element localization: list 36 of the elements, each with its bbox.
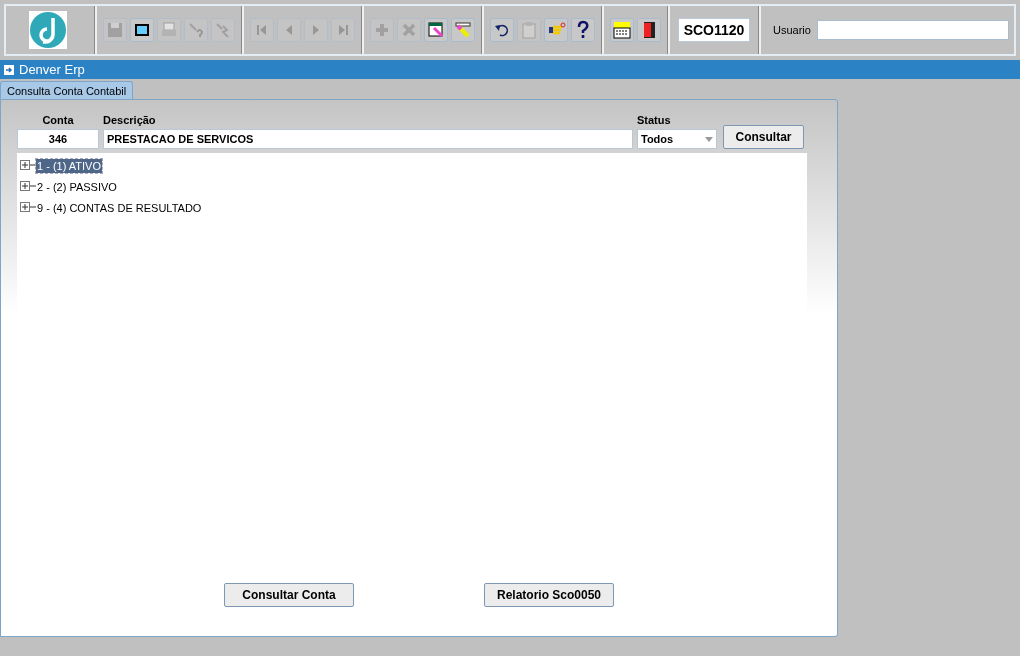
edit-tool-button[interactable]	[451, 18, 475, 42]
descricao-label: Descrição	[103, 114, 157, 126]
conta-label: Conta	[41, 114, 75, 126]
help-tool-button[interactable]	[571, 18, 595, 42]
exit-tool-button[interactable]	[637, 18, 661, 42]
undo-tool-button[interactable]	[490, 18, 514, 42]
user-input-field[interactable]	[816, 20, 1009, 40]
status-dropdown[interactable]: Todos	[637, 129, 717, 149]
expand-icon[interactable]	[20, 160, 36, 171]
tree-item[interactable]: 9 - (4) CONTAS DE RESULTADO	[36, 200, 203, 215]
tab[interactable]: Consulta Conta Contabil	[0, 81, 134, 99]
menu-list-icon	[612, 20, 632, 40]
menu-tool-button[interactable]	[610, 18, 634, 42]
logo-icon	[29, 11, 67, 49]
clipboard-icon	[519, 20, 539, 40]
edit-window-tool-button[interactable]	[424, 18, 448, 42]
action-button[interactable]: Relatorio Sco0050	[484, 583, 614, 607]
form-code-field: SCO1120	[678, 18, 750, 42]
user-label: Usuario	[773, 24, 811, 36]
consultar-button[interactable]: Consultar	[723, 125, 804, 149]
descricao-field[interactable]: PRESTACAO DE SERVICOS	[103, 129, 633, 149]
action-button[interactable]: Consultar Conta	[224, 583, 354, 607]
status-label: Status	[637, 114, 672, 126]
tree-item[interactable]: 1 - (1) ATIVO	[36, 158, 102, 173]
window-title: Denver Erp	[19, 62, 85, 77]
dropdown-caret-icon	[705, 136, 713, 142]
tree-item[interactable]: 2 - (2) PASSIVO	[36, 179, 118, 194]
window-tool-button[interactable]	[130, 18, 154, 42]
window-icon	[3, 63, 15, 76]
hand-tool-button[interactable]	[544, 18, 568, 42]
expand-icon[interactable]	[20, 202, 36, 213]
window-pencil-icon	[426, 20, 446, 40]
expand-icon[interactable]	[20, 181, 36, 192]
question-arrow-icon	[186, 20, 206, 40]
pencil-icon	[453, 20, 473, 40]
conta-field[interactable]: 346	[17, 129, 99, 149]
